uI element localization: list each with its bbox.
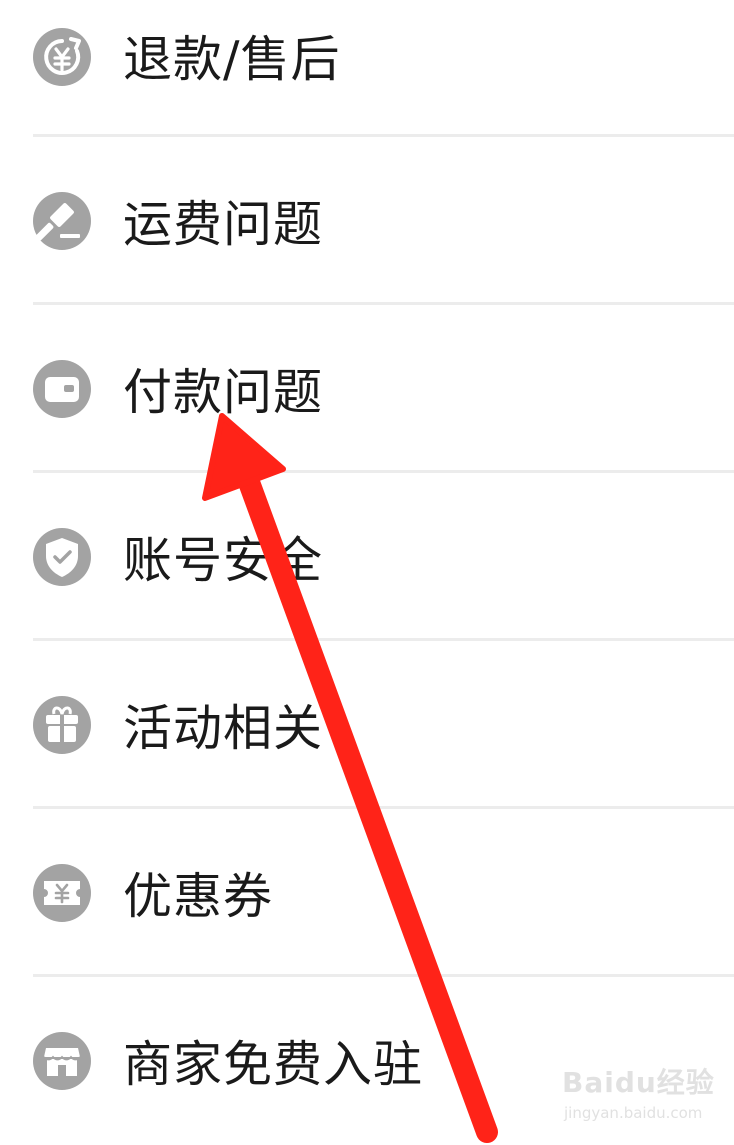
menu-item-refund-after-sales[interactable]: 退款/售后 bbox=[0, 0, 734, 144]
watermark-url: jingyan.baidu.com bbox=[564, 1104, 703, 1122]
refund-yuan-icon bbox=[33, 28, 91, 86]
menu-item-label: 商家免费入驻 bbox=[123, 1036, 424, 1093]
menu-item-coupons[interactable]: 优惠券 bbox=[0, 809, 734, 977]
watermark-logo: Baidu经验 bbox=[562, 1066, 715, 1099]
wallet-icon bbox=[33, 360, 91, 418]
shield-check-icon bbox=[33, 528, 91, 586]
menu-item-label: 付款问题 bbox=[123, 364, 324, 421]
menu-item-promotions[interactable]: 活动相关 bbox=[0, 641, 734, 809]
storefront-icon bbox=[33, 1032, 91, 1090]
watermark: Baidu经验 jingyan.baidu.com bbox=[562, 1066, 722, 1132]
menu-item-label: 活动相关 bbox=[123, 700, 324, 757]
menu-item-shipping-fee[interactable]: 运费问题 bbox=[0, 137, 734, 305]
help-topic-menu: 退款/售后 运费问题 付款问题 账号安全 活动相关 优惠券 商家免费入驻 bbox=[0, 0, 734, 1144]
menu-item-label: 优惠券 bbox=[123, 868, 274, 925]
gift-icon bbox=[33, 696, 91, 754]
gavel-icon bbox=[33, 192, 91, 250]
menu-item-label: 退款/售后 bbox=[123, 31, 341, 88]
coupon-yuan-icon bbox=[33, 864, 91, 922]
menu-item-account-security[interactable]: 账号安全 bbox=[0, 473, 734, 641]
menu-item-label: 运费问题 bbox=[123, 196, 324, 253]
menu-item-label: 账号安全 bbox=[123, 532, 324, 589]
menu-item-payment[interactable]: 付款问题 bbox=[0, 305, 734, 473]
